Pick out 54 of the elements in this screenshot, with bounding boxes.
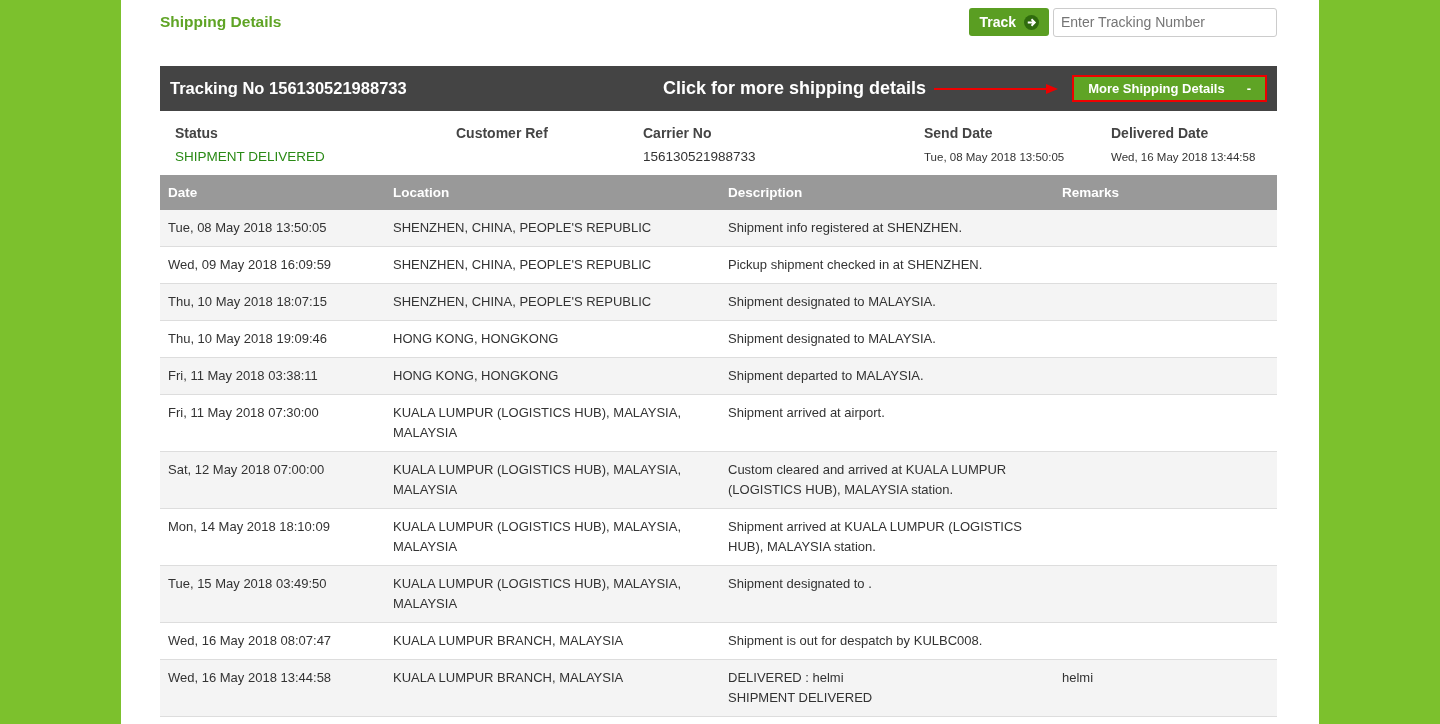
table-cell-text: KUALA LUMPUR (LOGISTICS HUB), MALAYSIA, MALAYSIA	[392, 461, 682, 500]
table-cell-text: Thu, 10 May 2018 19:09:46	[167, 330, 328, 349]
table-cell-text: Shipment arrived at airport.	[727, 404, 886, 423]
table-cell-text: Shipment departed to MALAYSIA.	[727, 367, 925, 386]
table-cell-text: Fri, 11 May 2018 03:38:11	[167, 367, 319, 386]
table-cell-text: Shipment arrived at KUALA LUMPUR (LOGISTICS HUB), MALAYSIA station.	[727, 518, 1024, 557]
summary-value: Wed, 16 May 2018 13:44:58	[1111, 150, 1257, 165]
table-cell-text: HONG KONG, HONGKONG	[392, 330, 560, 349]
more-details-button[interactable]: More Shipping Details -	[1072, 75, 1267, 102]
column-header: Description	[720, 175, 1054, 211]
table-cell-text: SHENZHEN, CHINA, PEOPLE'S REPUBLIC	[392, 293, 653, 312]
tracking-number-title: Tracking No 156130521988733	[170, 78, 407, 100]
summary-value: SHIPMENT DELIVERED	[175, 148, 326, 166]
summary-label: Send Date	[924, 124, 994, 143]
table-cell-text: Sat, 12 May 2018 07:00:00	[167, 461, 326, 480]
table-cell-text: KUALA LUMPUR (LOGISTICS HUB), MALAYSIA, MALAYSIA	[392, 404, 682, 443]
column-header: Remarks	[1054, 175, 1277, 211]
table-cell-text: Thu, 10 May 2018 18:07:15	[167, 293, 328, 312]
summary-label: Customer Ref	[456, 124, 549, 143]
table-cell-text: HONG KONG, HONGKONG	[392, 367, 560, 386]
summary-value: Tue, 08 May 2018 13:50:05	[924, 150, 1066, 165]
tracking-number-field[interactable]: Enter Tracking Number	[1053, 7, 1277, 37]
table-cell-text: Mon, 14 May 2018 18:10:09	[167, 518, 331, 537]
table-cell-text: Shipment designated to MALAYSIA.	[727, 330, 937, 349]
table-cell-text: Shipment info registered at SHENZHEN.	[727, 219, 964, 238]
table-cell-text: KUALA LUMPUR (LOGISTICS HUB), MALAYSIA, MALAYSIA	[392, 575, 682, 614]
table-cell-text: SHENZHEN, CHINA, PEOPLE'S REPUBLIC	[392, 219, 653, 238]
summary-value: 156130521988733	[643, 148, 757, 166]
table-cell-text: Shipment designated to .	[727, 575, 873, 594]
table-cell-text: Shipment is out for despatch by KULBC008.	[727, 632, 984, 651]
summary-label: Delivered Date	[1111, 124, 1210, 143]
table-cell-text: KUALA LUMPUR (LOGISTICS HUB), MALAYSIA, MALAYSIA	[392, 518, 682, 557]
column-header: Location	[385, 175, 720, 211]
table-cell-text: Tue, 08 May 2018 13:50:05	[167, 219, 328, 238]
table-cell-text: Wed, 16 May 2018 08:07:47	[167, 632, 333, 651]
column-header: Date	[160, 175, 385, 211]
table-cell-text: DELIVERED : helmi SHIPMENT DELIVERED	[727, 669, 874, 708]
table-cell-text: Pickup shipment checked in at SHENZHEN.	[727, 256, 984, 275]
summary-label: Status	[175, 124, 219, 143]
table-cell-text: Wed, 09 May 2018 16:09:59	[167, 256, 333, 275]
summary-label: Carrier No	[643, 124, 713, 143]
table-cell-text: helmi	[1061, 669, 1095, 688]
table-cell-text: SHENZHEN, CHINA, PEOPLE'S REPUBLIC	[392, 256, 653, 275]
table-cell-text: Tue, 15 May 2018 03:49:50	[167, 575, 328, 594]
table-cell-text: Fri, 11 May 2018 07:30:00	[167, 404, 320, 423]
table-cell-text: Custom cleared and arrived at KUALA LUMPUR (LOGISTICS HUB), MALAYSIA station.	[727, 461, 1008, 500]
table-cell-text: Shipment designated to MALAYSIA.	[727, 293, 937, 312]
table-cell-text: Wed, 16 May 2018 13:44:58	[167, 669, 333, 688]
annotation-text: Click for more shipping details	[663, 77, 927, 100]
arrow-circle-icon	[1024, 14, 1039, 30]
table-cell-text: KUALA LUMPUR BRANCH, MALAYSIA	[392, 632, 625, 651]
page-title: Shipping Details	[160, 12, 282, 33]
table-cell-text: KUALA LUMPUR BRANCH, MALAYSIA	[392, 669, 625, 688]
track-button[interactable]: Track	[969, 8, 1049, 36]
